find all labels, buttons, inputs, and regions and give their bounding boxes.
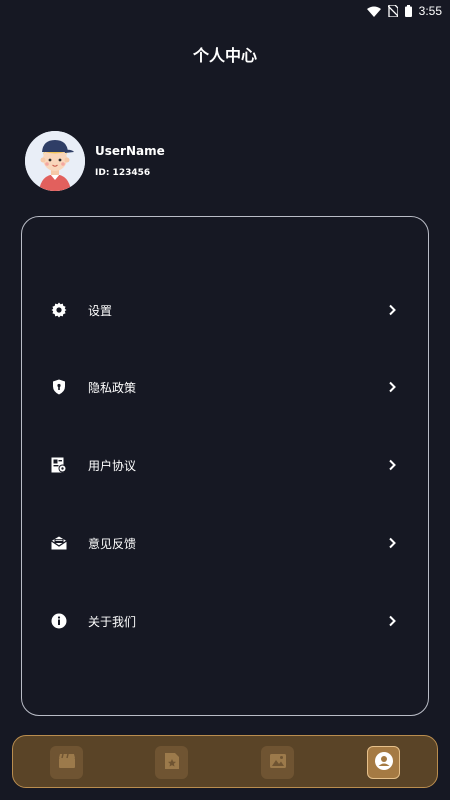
chevron-right-icon: [386, 304, 398, 316]
bottom-nav: [12, 735, 438, 788]
info-icon: [49, 611, 69, 631]
star-file-icon: [164, 752, 180, 774]
clapperboard-icon: [58, 753, 76, 773]
nav-item-profile[interactable]: [367, 746, 400, 779]
nav-item-favorites[interactable]: [155, 746, 188, 779]
mail-icon: [49, 533, 69, 553]
wifi-icon: [366, 6, 381, 17]
page-title: 个人中心: [192, 46, 257, 65]
menu-item-privacy-policy[interactable]: 隐私政策: [22, 367, 428, 407]
agreement-icon: [49, 455, 69, 475]
menu-item-about-us[interactable]: 关于我们: [22, 601, 428, 641]
menu-item-settings[interactable]: 设置: [22, 290, 428, 330]
menu-card: 设置 隐私政策 用户协议 意见反馈 关于我们: [21, 216, 429, 716]
nav-item-video[interactable]: [50, 746, 83, 779]
chevron-right-icon: [386, 381, 398, 393]
menu-item-label: 设置: [88, 303, 113, 318]
menu-item-user-agreement[interactable]: 用户协议: [22, 445, 428, 485]
no-sim-icon: [387, 5, 398, 17]
menu-item-label: 用户协议: [88, 458, 137, 473]
chevron-right-icon: [386, 459, 398, 471]
status-bar: 3:55: [0, 0, 450, 22]
avatar[interactable]: [25, 131, 85, 191]
menu-item-label: 隐私政策: [88, 380, 137, 395]
user-id: ID: 123456: [95, 168, 151, 178]
shield-icon: [49, 377, 69, 397]
profile-header[interactable]: UserName ID: 123456: [25, 131, 165, 191]
image-icon: [269, 753, 287, 773]
username: UserName: [95, 144, 165, 158]
chevron-right-icon: [386, 615, 398, 627]
profile-icon: [374, 751, 394, 775]
nav-item-gallery[interactable]: [261, 746, 294, 779]
menu-item-label: 关于我们: [88, 614, 137, 629]
status-time: 3:55: [418, 4, 442, 18]
chevron-right-icon: [386, 537, 398, 549]
battery-icon: [404, 5, 412, 17]
menu-item-label: 意见反馈: [88, 536, 137, 551]
user-avatar-illustration: [25, 131, 85, 191]
menu-item-feedback[interactable]: 意见反馈: [22, 523, 428, 563]
gear-icon: [49, 300, 69, 320]
